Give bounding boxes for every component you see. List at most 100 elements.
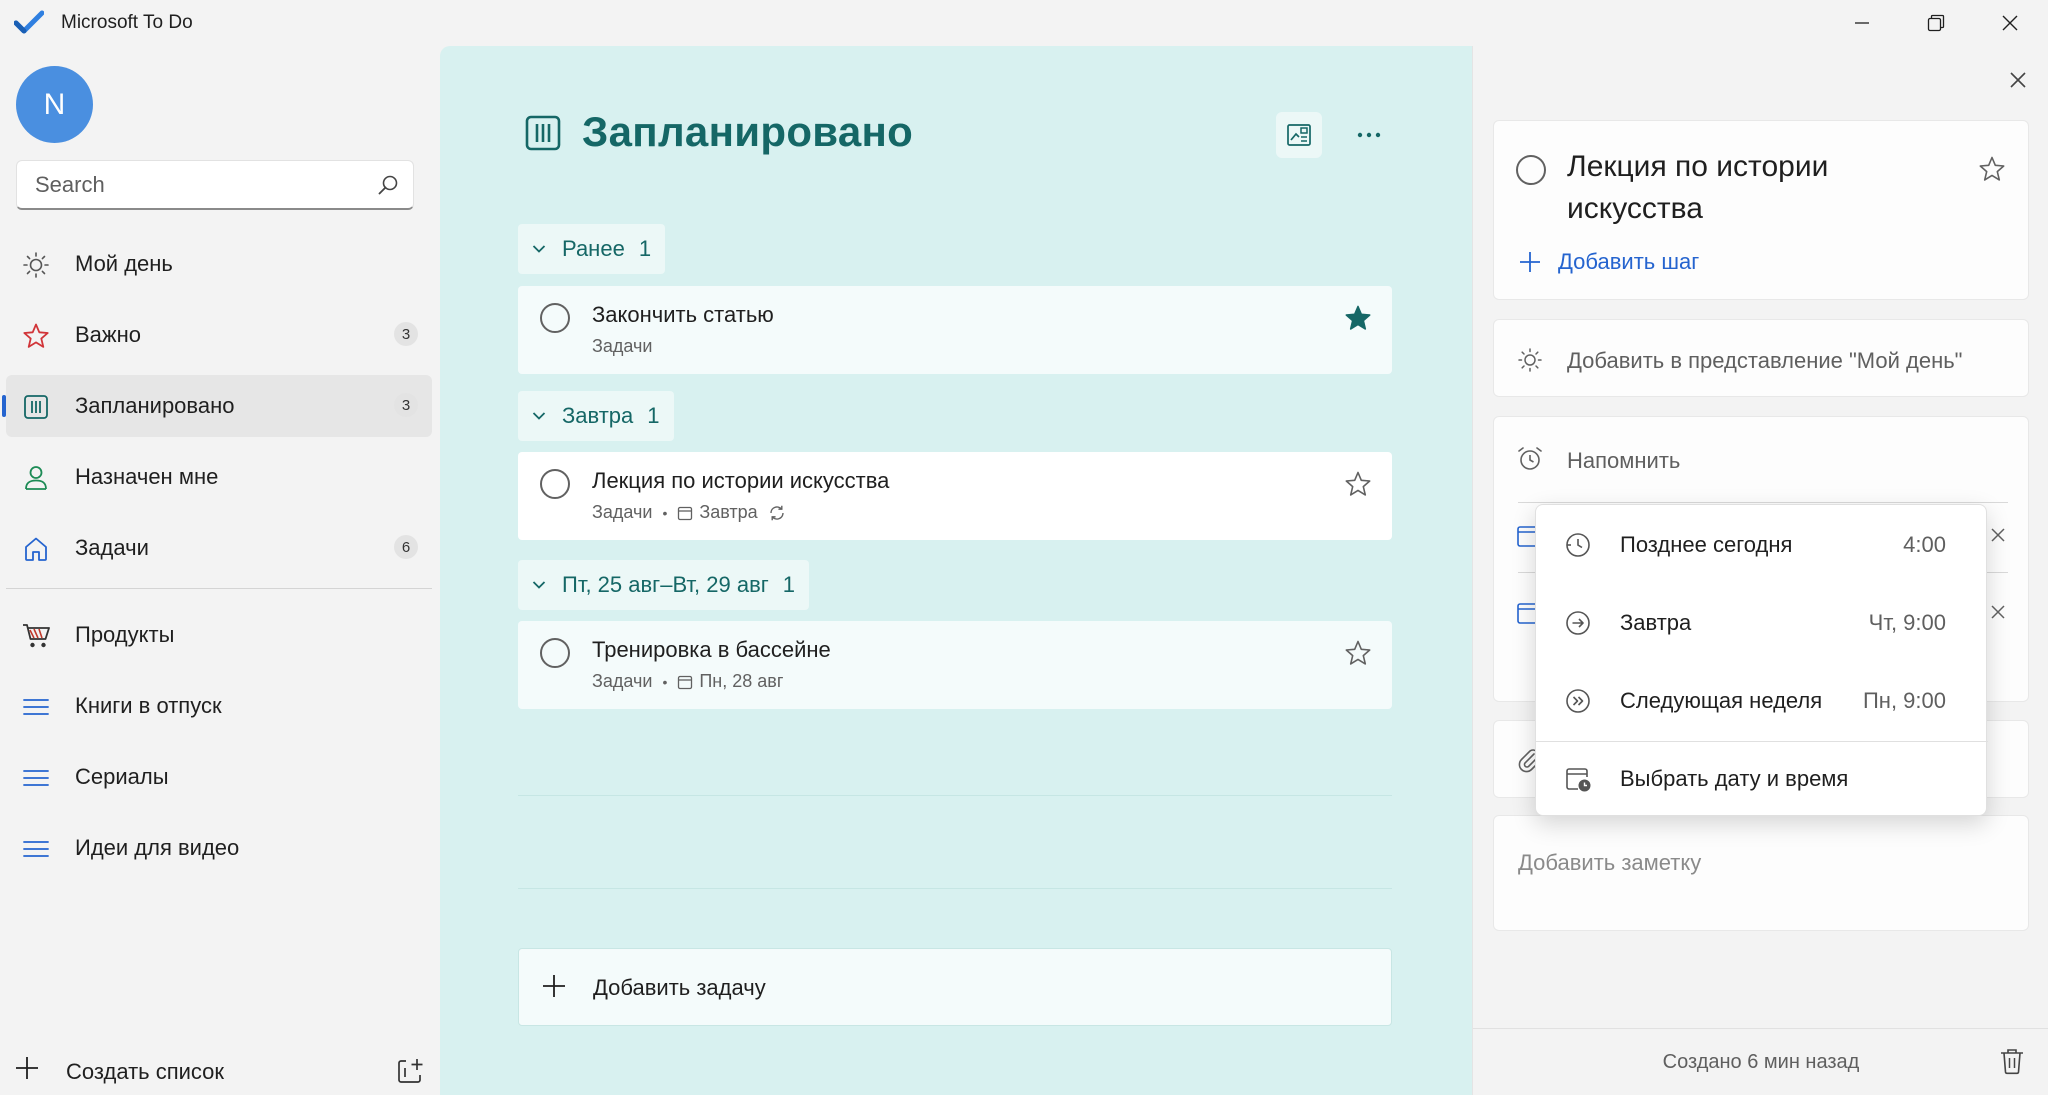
sidebar: N Мой день Важно 3 Запланировано 3 Назна… bbox=[0, 46, 440, 1095]
avatar-initial: N bbox=[43, 87, 66, 121]
add-step-label: Добавить шаг bbox=[1558, 249, 1700, 274]
complete-checkbox[interactable] bbox=[540, 469, 570, 499]
reminder-tomorrow[interactable]: Завтра Чт, 9:00 bbox=[1536, 583, 1988, 661]
task-row[interactable]: Тренировка в бассейне Задачи • Пн, 28 ав… bbox=[518, 621, 1392, 709]
meta-separator: • bbox=[662, 673, 668, 690]
title-bar: Microsoft To Do bbox=[0, 0, 2048, 46]
group-label: Ранее bbox=[562, 236, 625, 261]
group-header-earlier[interactable]: Ранее 1 bbox=[518, 224, 666, 274]
reminder-option-label: Выбрать дату и время bbox=[1620, 766, 1849, 791]
note-field[interactable]: Добавить заметку bbox=[1493, 815, 2029, 931]
star-icon[interactable] bbox=[1344, 470, 1372, 498]
remove-due-date-icon[interactable] bbox=[1990, 527, 2006, 543]
add-task-input[interactable]: Добавить задачу bbox=[518, 948, 1392, 1026]
group-header-this-week[interactable]: Пт, 25 авг–Вт, 29 авг 1 bbox=[518, 560, 810, 610]
search-icon[interactable] bbox=[377, 174, 399, 196]
item-count-badge: 3 bbox=[394, 322, 418, 346]
shopping-cart-icon bbox=[22, 622, 52, 650]
add-to-my-day-label: Добавить в представление "Мой день" bbox=[1567, 348, 1963, 373]
suggestions-button[interactable] bbox=[1276, 112, 1322, 158]
remove-repeat-icon[interactable] bbox=[1990, 604, 2006, 620]
created-timestamp: Создано 6 мин назад bbox=[1662, 1051, 1860, 1073]
calendar-grid-icon bbox=[524, 114, 562, 152]
sidebar-item-label: Книги в отпуск bbox=[75, 693, 222, 718]
person-icon bbox=[22, 464, 50, 492]
ruled-line bbox=[518, 888, 1392, 889]
sidebar-item-label: Назначен мне bbox=[75, 464, 219, 489]
reminder-option-time: Пн, 9:00 bbox=[1862, 688, 1946, 713]
task-row-selected[interactable]: Лекция по истории искусства Задачи • Зав… bbox=[518, 452, 1392, 540]
more-icon bbox=[1357, 132, 1381, 138]
sidebar-item-label: Запланировано bbox=[75, 393, 235, 418]
reminder-pick-date-time[interactable]: Выбрать дату и время bbox=[1536, 741, 1988, 817]
close-icon bbox=[2002, 15, 2018, 31]
minimize-button[interactable] bbox=[1826, 0, 1898, 46]
remind-me-button[interactable]: Напомнить bbox=[1567, 448, 1680, 474]
close-window-button[interactable] bbox=[1974, 0, 2046, 46]
sidebar-divider bbox=[6, 588, 432, 589]
more-options-button[interactable] bbox=[1346, 112, 1392, 158]
home-icon bbox=[22, 535, 50, 563]
sidebar-item-video-ideas[interactable]: Идеи для видео bbox=[6, 817, 432, 879]
item-count-badge: 6 bbox=[394, 535, 418, 559]
new-group-icon[interactable] bbox=[396, 1057, 424, 1085]
sidebar-item-label: Сериалы bbox=[75, 764, 169, 789]
sidebar-item-series[interactable]: Сериалы bbox=[6, 746, 432, 808]
star-filled-icon[interactable] bbox=[1344, 304, 1372, 332]
group-header-tomorrow[interactable]: Завтра 1 bbox=[518, 391, 674, 441]
task-row[interactable]: Закончить статью Задачи bbox=[518, 286, 1392, 374]
task-title: Лекция по истории искусства bbox=[592, 468, 890, 493]
minimize-icon bbox=[1855, 22, 1869, 24]
plus-icon bbox=[14, 1055, 40, 1081]
calendar-grid-icon bbox=[22, 393, 50, 421]
sidebar-item-planned[interactable]: Запланировано 3 bbox=[2, 375, 432, 437]
restore-button[interactable] bbox=[1900, 0, 1972, 46]
calendar-clock-icon bbox=[1564, 765, 1592, 793]
reminder-next-week[interactable]: Следующая неделя Пн, 9:00 bbox=[1536, 661, 1988, 739]
reminder-later-today[interactable]: Позднее сегодня 4:00 bbox=[1536, 505, 1988, 583]
group-count: 1 bbox=[782, 572, 796, 597]
reminder-option-label: Следующая неделя bbox=[1620, 688, 1823, 713]
avatar[interactable]: N bbox=[16, 66, 93, 143]
calendar-icon bbox=[677, 505, 693, 521]
search-box[interactable] bbox=[16, 160, 414, 210]
sidebar-item-label: Важно bbox=[75, 322, 142, 347]
star-icon[interactable] bbox=[1978, 155, 2006, 183]
sidebar-item-assigned[interactable]: Назначен мне bbox=[6, 446, 432, 508]
task-title-card: Лекция по истории искусства Добавить шаг bbox=[1493, 120, 2029, 300]
add-task-label: Добавить задачу bbox=[593, 975, 766, 1000]
task-due-date: Завтра bbox=[699, 502, 758, 522]
sidebar-item-my-day[interactable]: Мой день bbox=[6, 233, 432, 295]
suggestions-icon bbox=[1287, 124, 1311, 146]
divider bbox=[1518, 502, 2008, 503]
complete-checkbox[interactable] bbox=[540, 303, 570, 333]
task-list-name: Задачи bbox=[592, 502, 653, 522]
group-label: Завтра bbox=[562, 403, 634, 428]
trash-icon[interactable] bbox=[1999, 1047, 2025, 1075]
double-arrow-circle-icon bbox=[1564, 687, 1592, 715]
sidebar-item-groceries[interactable]: Продукты bbox=[6, 604, 432, 666]
sidebar-item-vacation-books[interactable]: Книги в отпуск bbox=[6, 675, 432, 737]
sidebar-item-tasks[interactable]: Задачи 6 bbox=[6, 517, 432, 579]
sidebar-item-label: Мой день bbox=[75, 251, 173, 276]
repeat-icon bbox=[768, 504, 786, 522]
sidebar-item-label: Продукты bbox=[75, 622, 175, 647]
page-title: Запланировано bbox=[582, 108, 914, 155]
star-icon[interactable] bbox=[1344, 639, 1372, 667]
complete-checkbox[interactable] bbox=[540, 638, 570, 668]
detail-task-title[interactable]: Лекция по истории искусства bbox=[1567, 146, 1957, 230]
new-list-label: Создать список bbox=[66, 1059, 225, 1084]
add-step-button[interactable]: Добавить шаг bbox=[1518, 249, 1699, 275]
new-list-button[interactable]: Создать список bbox=[14, 1047, 424, 1091]
add-to-my-day-button[interactable]: Добавить в представление "Мой день" bbox=[1493, 319, 2029, 397]
task-due-date: Пн, 28 авг bbox=[699, 671, 784, 691]
search-input[interactable] bbox=[17, 161, 357, 209]
reminder-dropdown: Позднее сегодня 4:00 Завтра Чт, 9:00 Сле… bbox=[1535, 504, 1988, 817]
complete-checkbox[interactable] bbox=[1516, 155, 1546, 185]
list-lines-icon bbox=[22, 835, 50, 863]
sun-icon bbox=[1516, 346, 1544, 374]
reminder-option-time: Чт, 9:00 bbox=[1868, 610, 1946, 635]
sidebar-item-important[interactable]: Важно 3 bbox=[6, 304, 432, 366]
reminder-option-label: Завтра bbox=[1620, 610, 1692, 635]
close-details-button[interactable] bbox=[2008, 70, 2028, 90]
